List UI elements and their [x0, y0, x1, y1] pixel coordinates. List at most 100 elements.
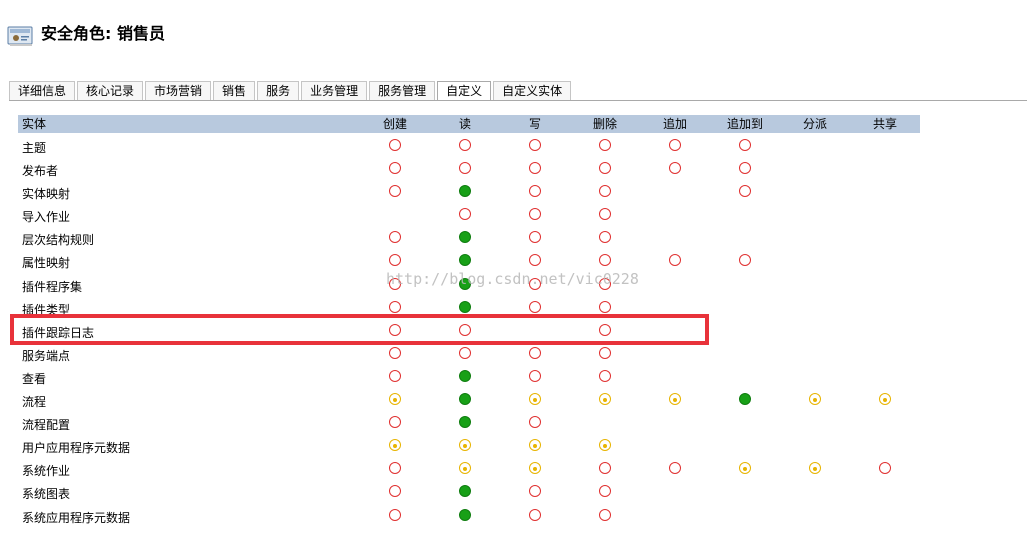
privilege-none-icon[interactable] — [739, 254, 751, 267]
privilege-global-icon[interactable] — [459, 300, 471, 313]
privilege-global-icon[interactable] — [459, 185, 471, 198]
privilege-none-icon[interactable] — [599, 485, 611, 498]
privilege-none-icon[interactable] — [669, 139, 681, 151]
privilege-none-icon[interactable] — [739, 162, 751, 175]
privilege-none-icon[interactable] — [529, 369, 541, 382]
privilege-none-icon[interactable] — [459, 346, 471, 359]
privilege-none-icon[interactable] — [459, 139, 471, 151]
privilege-none-icon[interactable] — [529, 254, 541, 267]
tab-8[interactable]: 自定义实体 — [493, 81, 572, 100]
entity-name: 层次结构规则 — [22, 233, 95, 248]
privilege-user-icon[interactable] — [389, 393, 401, 406]
tab-5[interactable]: 业务管理 — [301, 81, 368, 100]
table-header: 实体 创建 读 写 删除 追加 追加到 分派 共享 — [18, 115, 920, 133]
privilege-user-icon[interactable] — [529, 439, 541, 452]
table-row: 系统应用程序元数据 — [18, 503, 920, 526]
privilege-none-icon[interactable] — [529, 485, 541, 498]
table-row: 查看 — [18, 364, 920, 387]
privilege-none-icon[interactable] — [389, 416, 401, 429]
privilege-global-icon[interactable] — [459, 231, 471, 244]
privilege-global-icon[interactable] — [459, 393, 471, 406]
privilege-user-icon[interactable] — [599, 439, 611, 452]
privilege-none-icon[interactable] — [389, 462, 401, 475]
privilege-none-icon[interactable] — [529, 508, 541, 521]
privilege-none-icon[interactable] — [389, 254, 401, 267]
privilege-none-icon[interactable] — [599, 208, 611, 221]
privilege-none-icon[interactable] — [529, 208, 541, 221]
privilege-none-icon[interactable] — [669, 254, 681, 267]
entity-name: 发布者 — [22, 164, 59, 179]
privilege-none-icon[interactable] — [529, 346, 541, 359]
privilege-none-icon[interactable] — [529, 231, 541, 244]
privilege-none-icon[interactable] — [599, 462, 611, 475]
table-row: 导入作业 — [18, 202, 920, 225]
privilege-user-icon[interactable] — [739, 462, 751, 475]
watermark: http://blog.csdn.net/vic0228 — [386, 270, 639, 288]
privilege-none-icon[interactable] — [739, 185, 751, 198]
privilege-none-icon[interactable] — [599, 231, 611, 244]
column-header-0: 创建 — [382, 117, 408, 131]
privilege-global-icon[interactable] — [739, 393, 751, 406]
privilege-user-icon[interactable] — [459, 439, 471, 452]
tab-0[interactable]: 详细信息 — [9, 81, 76, 100]
privilege-none-icon[interactable] — [599, 369, 611, 382]
privilege-global-icon[interactable] — [459, 508, 471, 521]
privilege-none-icon[interactable] — [389, 508, 401, 521]
privilege-none-icon[interactable] — [529, 300, 541, 313]
privilege-user-icon[interactable] — [599, 393, 611, 406]
privilege-global-icon[interactable] — [459, 485, 471, 498]
privilege-user-icon[interactable] — [389, 439, 401, 452]
tab-divider — [9, 100, 1027, 101]
privilege-none-icon[interactable] — [389, 300, 401, 313]
privilege-user-icon[interactable] — [809, 462, 821, 475]
privilege-none-icon[interactable] — [389, 231, 401, 244]
privilege-user-icon[interactable] — [459, 462, 471, 475]
table-row: 实体映射 — [18, 179, 920, 202]
role-card-icon — [7, 24, 34, 48]
privilege-none-icon[interactable] — [529, 416, 541, 429]
privilege-none-icon[interactable] — [459, 162, 471, 175]
privilege-global-icon[interactable] — [459, 369, 471, 382]
privilege-none-icon[interactable] — [389, 162, 401, 175]
privilege-none-icon[interactable] — [599, 162, 611, 175]
entity-name: 系统应用程序元数据 — [22, 510, 131, 525]
privilege-none-icon[interactable] — [739, 139, 751, 151]
entity-name: 实体映射 — [22, 187, 71, 202]
privilege-none-icon[interactable] — [529, 139, 541, 151]
privilege-global-icon[interactable] — [459, 416, 471, 429]
privilege-none-icon[interactable] — [459, 208, 471, 221]
privilege-user-icon[interactable] — [669, 393, 681, 406]
tab-6[interactable]: 服务管理 — [369, 81, 436, 100]
tab-2[interactable]: 市场营销 — [145, 81, 212, 100]
privilege-none-icon[interactable] — [599, 254, 611, 267]
tab-7[interactable]: 自定义 — [437, 81, 492, 101]
tab-4[interactable]: 服务 — [257, 81, 300, 100]
privilege-none-icon[interactable] — [529, 185, 541, 198]
entity-name: 系统作业 — [22, 464, 71, 479]
privilege-none-icon[interactable] — [599, 300, 611, 313]
privilege-none-icon[interactable] — [599, 508, 611, 521]
privilege-none-icon[interactable] — [389, 369, 401, 382]
privilege-user-icon[interactable] — [529, 462, 541, 475]
privilege-none-icon[interactable] — [879, 462, 891, 475]
privilege-none-icon[interactable] — [599, 346, 611, 359]
entity-name: 查看 — [22, 371, 47, 386]
privilege-global-icon[interactable] — [459, 254, 471, 267]
entity-name: 流程配置 — [22, 418, 71, 433]
privilege-user-icon[interactable] — [809, 393, 821, 406]
privilege-user-icon[interactable] — [879, 393, 891, 406]
privilege-none-icon[interactable] — [389, 185, 401, 198]
privilege-none-icon[interactable] — [669, 162, 681, 175]
tab-1[interactable]: 核心记录 — [77, 81, 144, 100]
privilege-none-icon[interactable] — [389, 139, 401, 151]
privilege-none-icon[interactable] — [599, 139, 611, 151]
privilege-none-icon[interactable] — [669, 462, 681, 475]
tab-3[interactable]: 销售 — [213, 81, 256, 100]
privilege-none-icon[interactable] — [529, 162, 541, 175]
privilege-none-icon[interactable] — [389, 346, 401, 359]
privilege-none-icon[interactable] — [389, 485, 401, 498]
page-title: 安全角色: 销售员 — [41, 24, 165, 43]
column-header-3: 删除 — [592, 117, 618, 131]
privilege-none-icon[interactable] — [599, 185, 611, 198]
privilege-user-icon[interactable] — [529, 393, 541, 406]
